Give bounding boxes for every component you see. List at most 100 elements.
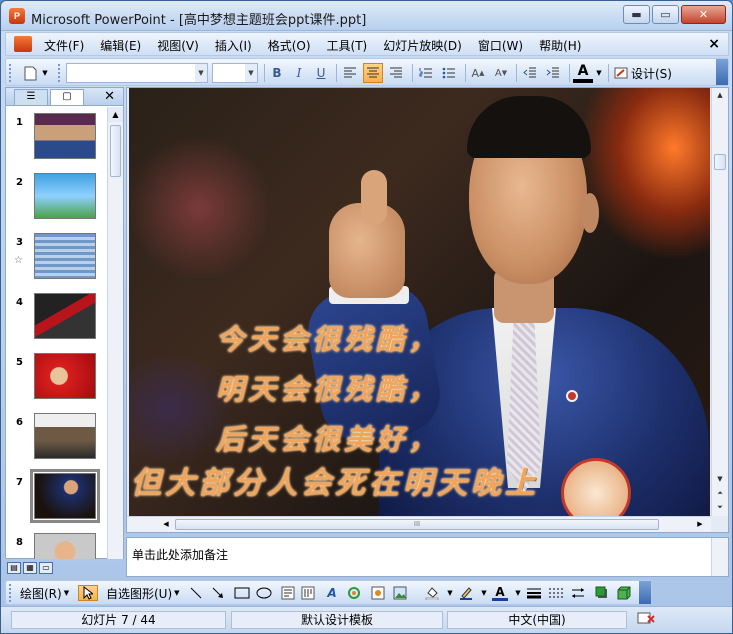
align-center-icon[interactable] (363, 63, 383, 83)
increase-font-size-icon[interactable]: A ▲ (469, 63, 487, 83)
fill-color-icon[interactable] (424, 585, 440, 601)
align-left-icon[interactable] (340, 63, 360, 83)
chevron-down-icon[interactable]: ▼ (245, 64, 257, 82)
pane-tabs: ☰ ▢ ✕ (6, 88, 123, 106)
scroll-up-icon[interactable]: ▲ (108, 107, 123, 122)
maximize-button[interactable]: ▭ (652, 5, 679, 24)
slide-thumbnail[interactable]: 5 (6, 347, 106, 407)
tab-outline[interactable]: ☰ (14, 89, 48, 105)
bullet-list-icon[interactable] (439, 63, 459, 83)
scroll-down-icon[interactable]: ▼ (712, 472, 728, 486)
previous-slide-icon[interactable]: ⏶ (712, 486, 728, 500)
document-menu-icon[interactable] (14, 36, 32, 52)
menu-tools[interactable]: 工具(T) (319, 37, 376, 54)
thumbnail-scrollbar[interactable]: ▲ (107, 107, 123, 559)
chevron-down-icon[interactable]: ▼ (510, 585, 526, 601)
toolbar-options-button[interactable] (639, 581, 651, 604)
clip-art-icon[interactable] (370, 585, 386, 601)
scroll-thumb[interactable]: III (175, 519, 659, 530)
menu-help[interactable]: 帮助(H) (531, 37, 589, 54)
next-slide-icon[interactable]: ⏷ (712, 500, 728, 514)
diagram-icon[interactable] (346, 585, 362, 601)
menu-file[interactable]: 文件(F) (36, 37, 92, 54)
close-button[interactable]: ✕ (681, 5, 726, 24)
slide-thumbnail[interactable]: 3 ☆ (6, 227, 106, 287)
menu-format[interactable]: 格式(O) (260, 37, 319, 54)
font-size-select[interactable]: ▼ (212, 63, 258, 83)
shadow-style-icon[interactable] (594, 585, 610, 601)
menu-edit[interactable]: 编辑(E) (92, 37, 149, 54)
chevron-down-icon[interactable]: ▼ (195, 64, 207, 82)
scroll-up-icon[interactable]: ▲ (712, 88, 728, 102)
bold-button[interactable]: B (268, 63, 286, 83)
insert-picture-icon[interactable] (392, 585, 408, 601)
chevron-down-icon[interactable]: ▼ (476, 585, 492, 601)
oval-icon[interactable] (256, 585, 272, 601)
slide-thumbnail[interactable]: 2 (6, 167, 106, 227)
rectangle-icon[interactable] (234, 585, 250, 601)
menu-slideshow[interactable]: 幻灯片放映(D) (375, 37, 470, 54)
autoshapes-button[interactable]: 自选图形(U) ▼ (106, 584, 180, 602)
new-document-icon[interactable] (20, 63, 40, 83)
increase-indent-icon[interactable] (543, 63, 563, 83)
line-icon[interactable] (188, 585, 204, 601)
font-name-select[interactable]: ▼ (66, 63, 208, 83)
underline-button[interactable]: U (312, 63, 330, 83)
select-objects-icon[interactable] (78, 585, 98, 601)
vertical-text-box-icon[interactable] (300, 585, 316, 601)
close-document-icon[interactable]: × (708, 36, 720, 52)
notes-scrollbar[interactable] (711, 538, 728, 576)
text-box-icon[interactable] (280, 585, 296, 601)
design-template-name[interactable]: 默认设计模板 (231, 611, 443, 629)
slide-thumbnail[interactable]: 1 (6, 107, 106, 167)
notes-placeholder[interactable]: 单击此处添加备注 (132, 546, 228, 563)
scroll-left-icon[interactable]: ◀ (159, 517, 173, 532)
toolbar-options-button[interactable] (716, 59, 728, 85)
slide-thumbnail[interactable]: 8 (6, 527, 106, 559)
close-pane-icon[interactable]: ✕ (104, 89, 115, 104)
toolbar-grip[interactable] (9, 584, 13, 602)
slide-vertical-scrollbar[interactable]: ▲ ▼ ⏶ ⏷ (711, 88, 728, 516)
slide-sorter-view-icon[interactable]: ▦ (23, 562, 37, 574)
notes-pane[interactable]: 单击此处添加备注 (126, 537, 729, 577)
font-color-icon[interactable]: A (492, 585, 508, 601)
draw-menu-button[interactable]: 绘图(R) ▼ (20, 584, 69, 602)
chevron-down-icon[interactable]: ▼ (40, 63, 50, 83)
slide-thumbnail[interactable]: 6 (6, 407, 106, 467)
toolbar-grip-2[interactable] (58, 64, 62, 82)
title-bar[interactable]: P Microsoft PowerPoint - [高中梦想主题班会ppt课件.… (1, 1, 732, 31)
decrease-font-size-icon[interactable]: A ▼ (492, 63, 510, 83)
line-style-icon[interactable] (526, 585, 542, 601)
slide-thumbnail[interactable]: 4 (6, 287, 106, 347)
toolbar-grip[interactable] (9, 64, 13, 82)
minimize-button[interactable]: ▬ (623, 5, 650, 24)
menu-view[interactable]: 视图(V) (149, 37, 207, 54)
arrow-icon[interactable] (210, 585, 226, 601)
line-color-icon[interactable] (458, 585, 474, 601)
slide-thumbnail-selected[interactable]: 7 (6, 467, 106, 527)
powerpoint-app-icon[interactable]: P (9, 8, 25, 24)
chevron-down-icon[interactable]: ▼ (442, 585, 458, 601)
slideshow-view-icon[interactable]: ▭ (39, 562, 53, 574)
tab-slides[interactable]: ▢ (50, 89, 84, 105)
font-color-button[interactable]: A (573, 63, 593, 83)
numbered-list-icon[interactable] (416, 63, 436, 83)
chevron-down-icon[interactable]: ▼ (594, 63, 604, 83)
wordart-icon[interactable]: A (324, 585, 340, 601)
slide-canvas[interactable]: 今天会很残酷， 明天会很残酷， 后天会很美好， 但大部分人会死在明天晚上 (129, 88, 710, 516)
italic-button[interactable]: I (290, 63, 308, 83)
arrow-style-icon[interactable] (570, 585, 586, 601)
decrease-indent-icon[interactable] (520, 63, 540, 83)
dash-style-icon[interactable] (548, 585, 564, 601)
menu-insert[interactable]: 插入(I) (207, 37, 260, 54)
3d-style-icon[interactable] (616, 585, 632, 601)
align-right-icon[interactable] (386, 63, 406, 83)
design-button[interactable]: 设计(S) (612, 63, 674, 83)
spelling-check-icon[interactable] (631, 611, 661, 629)
menu-window[interactable]: 窗口(W) (470, 37, 531, 54)
scroll-thumb[interactable] (110, 125, 121, 177)
scroll-right-icon[interactable]: ▶ (693, 517, 707, 532)
normal-view-icon[interactable]: ▤ (7, 562, 21, 574)
scroll-thumb[interactable] (714, 154, 726, 170)
slide-horizontal-scrollbar[interactable]: ◀ III ▶ (127, 516, 711, 532)
